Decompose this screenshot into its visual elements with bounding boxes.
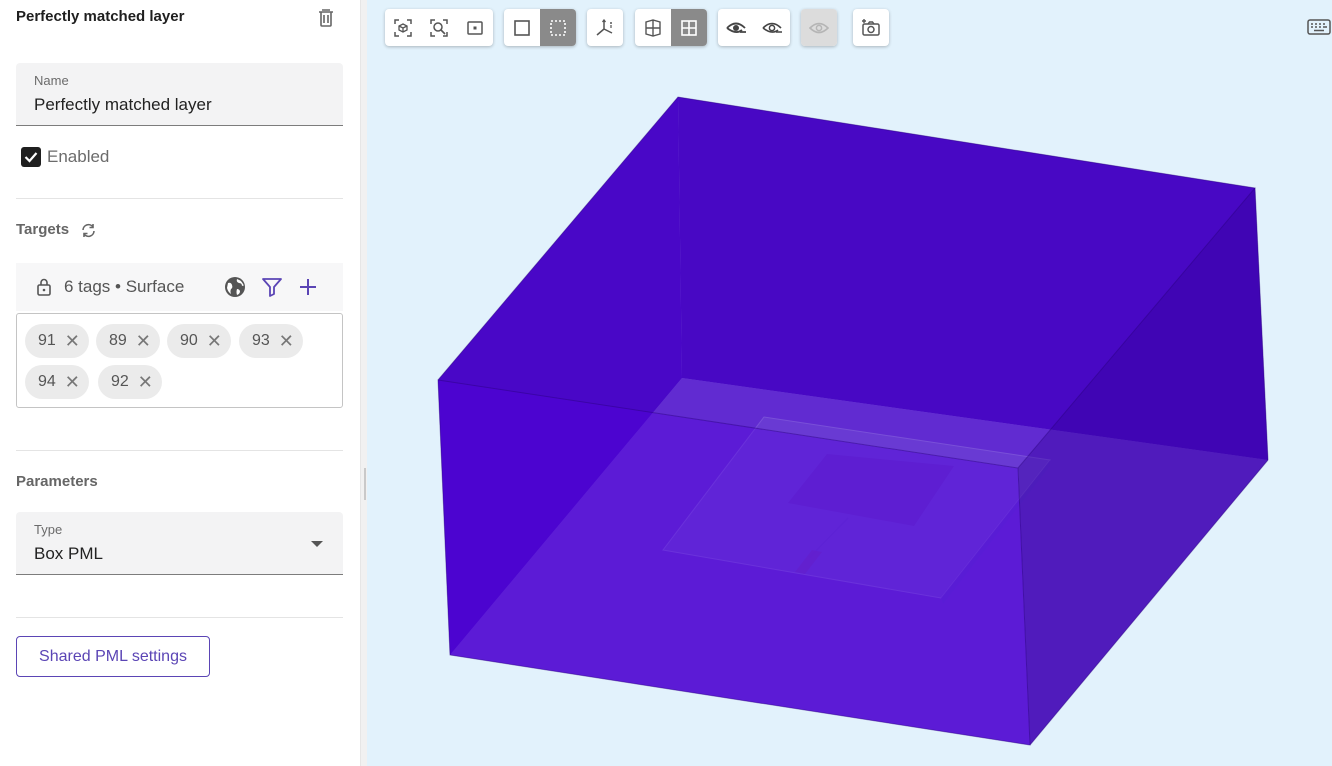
- pml-box-scene[interactable]: [367, 0, 1332, 766]
- name-field-label: Name: [34, 73, 69, 88]
- hide-icon: [726, 22, 746, 33]
- zoom-selection-icon: [430, 18, 448, 37]
- isolate-button[interactable]: [801, 9, 837, 46]
- enabled-checkbox[interactable]: [21, 147, 41, 167]
- box-select-button[interactable]: [504, 9, 540, 46]
- dashed-select-button[interactable]: [540, 9, 576, 46]
- screenshot-icon: [862, 18, 880, 36]
- divider: [16, 617, 343, 618]
- parameters-title: Parameters: [16, 473, 98, 490]
- view-mode-toolbar-group: [635, 9, 707, 46]
- target-chip-label: 92: [111, 373, 129, 390]
- screenshot-button[interactable]: [853, 9, 889, 46]
- zoom-fit-button[interactable]: [385, 9, 421, 46]
- tag-summary: 6 tags • Surface: [64, 277, 185, 296]
- screenshot-toolbar-group: [853, 9, 889, 46]
- axes-toolbar-group: [587, 9, 623, 46]
- target-toolbar: 6 tags • Surface: [16, 263, 343, 311]
- close-icon[interactable]: ✕: [65, 332, 80, 350]
- section-view-icon: [645, 18, 661, 37]
- keyboard-icon[interactable]: [1307, 18, 1331, 36]
- zoom-fit-icon: [394, 18, 412, 37]
- close-icon[interactable]: ✕: [65, 373, 80, 391]
- name-field-value[interactable]: Perfectly matched layer: [34, 95, 212, 115]
- zoom-selection-button[interactable]: [421, 9, 457, 46]
- close-icon[interactable]: ✕: [136, 332, 151, 350]
- box-select-icon: [514, 19, 530, 36]
- type-select-label: Type: [34, 522, 63, 537]
- add-icon[interactable]: [296, 275, 320, 299]
- chevron-down-icon[interactable]: [311, 541, 323, 547]
- target-chip[interactable]: 91 ✕: [25, 324, 89, 358]
- visibility-toolbar-group: [718, 9, 790, 46]
- panel-resize-handle[interactable]: [360, 0, 367, 766]
- selection-toolbar-group: [504, 9, 576, 46]
- refresh-icon[interactable]: [80, 222, 97, 239]
- close-icon[interactable]: ✕: [207, 332, 222, 350]
- dashed-select-icon: [550, 19, 566, 36]
- close-icon[interactable]: ✕: [138, 373, 153, 391]
- divider: [16, 450, 343, 451]
- target-chip-label: 94: [38, 373, 56, 390]
- filter-icon[interactable]: [260, 275, 284, 299]
- section-view-button[interactable]: [635, 9, 671, 46]
- view-toolbar-group: [385, 9, 493, 46]
- 3d-viewport[interactable]: [367, 0, 1332, 766]
- zoom-window-icon: [467, 20, 483, 35]
- target-chip[interactable]: 92 ✕: [98, 365, 162, 399]
- properties-panel: Perfectly matched layer Name Perfectly m…: [0, 0, 360, 766]
- target-chip[interactable]: 94 ✕: [25, 365, 89, 399]
- lock-icon[interactable]: [35, 277, 53, 297]
- axes-icon: [596, 18, 613, 36]
- divider: [16, 198, 343, 199]
- resize-grip[interactable]: [364, 468, 366, 500]
- grid-view-button[interactable]: [671, 9, 707, 46]
- check-icon: [24, 152, 38, 163]
- enabled-row[interactable]: Enabled: [21, 147, 109, 167]
- target-chip-label: 93: [252, 332, 270, 349]
- shared-pml-settings-button[interactable]: Shared PML settings: [16, 636, 210, 677]
- grid-view-icon: [681, 19, 697, 36]
- type-select-value[interactable]: Box PML: [34, 544, 103, 564]
- target-chip-label: 89: [109, 332, 127, 349]
- panel-title: Perfectly matched layer: [16, 8, 185, 25]
- trash-icon[interactable]: [317, 8, 335, 28]
- show-button[interactable]: [754, 9, 790, 46]
- globe-icon[interactable]: [223, 275, 247, 299]
- close-icon[interactable]: ✕: [279, 332, 294, 350]
- target-chips[interactable]: 91 ✕ 89 ✕ 90 ✕ 93 ✕ 94 ✕ 92 ✕: [16, 313, 343, 408]
- targets-title: Targets: [16, 221, 70, 238]
- zoom-window-button[interactable]: [457, 9, 493, 46]
- target-chip-label: 91: [38, 332, 56, 349]
- isolate-toolbar-group: [801, 9, 837, 46]
- target-chip-label: 90: [180, 332, 198, 349]
- hide-button[interactable]: [718, 9, 754, 46]
- enabled-label: Enabled: [47, 147, 110, 166]
- target-chip[interactable]: 93 ✕: [239, 324, 303, 358]
- isolate-icon: [808, 22, 830, 33]
- axes-button[interactable]: [587, 9, 623, 46]
- target-chip[interactable]: 89 ✕: [96, 324, 160, 358]
- name-field[interactable]: Name Perfectly matched layer: [16, 63, 343, 126]
- show-icon: [762, 22, 782, 33]
- target-chip[interactable]: 90 ✕: [167, 324, 231, 358]
- type-select[interactable]: Type Box PML: [16, 512, 343, 575]
